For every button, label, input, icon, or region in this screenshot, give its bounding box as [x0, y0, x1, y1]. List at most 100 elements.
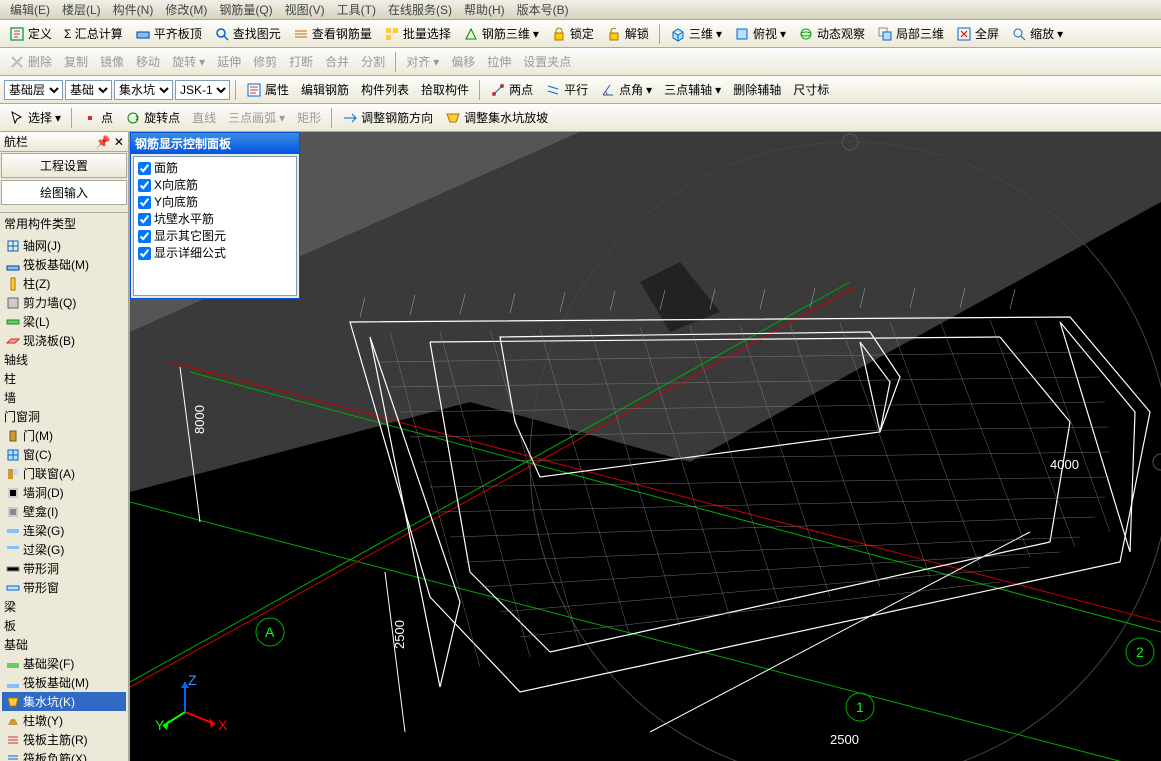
del-aux-button[interactable]: 删除辅轴 [728, 78, 786, 101]
opt-y-bottom[interactable]: Y向底筋 [136, 193, 294, 210]
member-list-button[interactable]: 构件列表 [356, 78, 414, 101]
zoom-button[interactable]: 缩放▾ [1006, 22, 1068, 45]
menu-help[interactable]: 帮助(H) [458, 0, 511, 20]
tree-col-cap[interactable]: 柱墩(Y) [2, 711, 126, 730]
tree-strip-window[interactable]: 带形窗 [2, 578, 126, 597]
tree-raft-found[interactable]: 筏板基础(M) [2, 255, 126, 274]
viewport-3d[interactable]: 钢筋显示控制面板 面筋 X向底筋 Y向底筋 坑壁水平筋 显示其它图元 显示详细公… [130, 132, 1161, 761]
point-button[interactable]: 点 [77, 106, 118, 129]
tree-beam[interactable]: 梁(L) [2, 312, 126, 331]
find-element-button[interactable]: 查找图元 [209, 22, 286, 45]
view-rebar-button[interactable]: 查看钢筋量 [288, 22, 377, 45]
pick-member-button[interactable]: 拾取构件 [416, 78, 474, 101]
trim-button[interactable]: 修剪 [248, 50, 282, 73]
copy-button[interactable]: 复制 [59, 50, 93, 73]
local-3d-button[interactable]: 局部三维 [872, 22, 949, 45]
select-button[interactable]: 选择▾ [4, 106, 66, 129]
rebar-3d-button[interactable]: 钢筋三维▾ [458, 22, 544, 45]
opt-x-bottom[interactable]: X向底筋 [136, 176, 294, 193]
menu-edit[interactable]: 编辑(E) [4, 0, 56, 20]
move-button[interactable]: 移动 [131, 50, 165, 73]
cat-wall[interactable]: 墙 [2, 388, 126, 407]
offset-button[interactable]: 偏移 [446, 50, 480, 73]
merge-button[interactable]: 合并 [320, 50, 354, 73]
tree-window[interactable]: 窗(C) [2, 445, 126, 464]
cat-opening[interactable]: 门窗洞 [2, 407, 126, 426]
tree-axis-grid[interactable]: 轴网(J) [2, 236, 126, 255]
pin-icon[interactable]: 📌 ✕ [96, 135, 124, 149]
menu-member[interactable]: 构件(N) [107, 0, 160, 20]
props-button[interactable]: 属性 [241, 78, 294, 101]
adjust-sump-slope-button[interactable]: 调整集水坑放坡 [440, 106, 553, 129]
fullscreen-button[interactable]: 全屏 [951, 22, 1004, 45]
opt-wall-horiz[interactable]: 坑壁水平筋 [136, 210, 294, 227]
menu-view[interactable]: 视图(V) [279, 0, 331, 20]
tree-strip-opening[interactable]: 带形洞 [2, 559, 126, 578]
tab-draw-input[interactable]: 绘图输入 [1, 180, 127, 205]
type-select[interactable]: 集水坑 [114, 80, 173, 100]
panel-title[interactable]: 钢筋显示控制面板 [131, 133, 299, 154]
3d-button[interactable]: 三维▾ [665, 22, 727, 45]
top-view-button[interactable]: 俯视▾ [729, 22, 791, 45]
component-tree[interactable]: 轴网(J) 筏板基础(M) 柱(Z) 剪力墙(Q) 梁(L) 现浇板(B) 轴线… [0, 234, 128, 761]
opt-show-formula[interactable]: 显示详细公式 [136, 244, 294, 261]
unlock-button[interactable]: 解锁 [601, 22, 654, 45]
edit-rebar-button[interactable]: 编辑钢筋 [296, 78, 354, 101]
tree-lintel[interactable]: 过梁(G) [2, 540, 126, 559]
menu-online[interactable]: 在线服务(S) [382, 0, 458, 20]
tree-niche[interactable]: 壁龛(I) [2, 502, 126, 521]
category-select[interactable]: 基础 [65, 80, 112, 100]
batch-select-button[interactable]: 批量选择 [379, 22, 456, 45]
cat-beam[interactable]: 梁 [2, 597, 126, 616]
flat-top-button[interactable]: 平齐板顶 [130, 22, 207, 45]
opt-show-other[interactable]: 显示其它图元 [136, 227, 294, 244]
tree-door-window[interactable]: 门联窗(A) [2, 464, 126, 483]
menu-version[interactable]: 版本号(B) [511, 0, 575, 20]
split-button[interactable]: 分割 [356, 50, 390, 73]
align-button[interactable]: 对齐▾ [401, 50, 444, 73]
menu-modify[interactable]: 修改(M) [159, 0, 213, 20]
tree-slab[interactable]: 现浇板(B) [2, 331, 126, 350]
tree-sump[interactable]: 集水坑(K) [2, 692, 126, 711]
define-button[interactable]: 定义 [4, 22, 57, 45]
three-arc-button[interactable]: 三点画弧▾ [223, 106, 290, 129]
lock-button[interactable]: 锁定 [546, 22, 599, 45]
set-clamp-button[interactable]: 设置夹点 [518, 50, 576, 73]
menu-floor[interactable]: 楼层(L) [56, 0, 107, 20]
item-select[interactable]: JSK-1 [175, 80, 230, 100]
cat-axis[interactable]: 轴线 [2, 350, 126, 369]
dynamic-view-button[interactable]: 动态观察 [793, 22, 870, 45]
tree-wall-hole[interactable]: 墙洞(D) [2, 483, 126, 502]
two-point-button[interactable]: 两点 [485, 78, 538, 101]
extend-button[interactable]: 延伸 [212, 50, 246, 73]
delete-button[interactable]: 删除 [4, 50, 57, 73]
tree-door[interactable]: 门(M) [2, 426, 126, 445]
break-button[interactable]: 打断 [284, 50, 318, 73]
line-button[interactable]: 直线 [187, 106, 221, 129]
tree-tie-beam[interactable]: 连梁(G) [2, 521, 126, 540]
cat-column[interactable]: 柱 [2, 369, 126, 388]
tree-found-beam[interactable]: 基础梁(F) [2, 654, 126, 673]
rect-button[interactable]: 矩形 [292, 106, 326, 129]
rotate-point-button[interactable]: 旋转点 [120, 106, 185, 129]
menu-tools[interactable]: 工具(T) [331, 0, 382, 20]
opt-top-rebar[interactable]: 面筋 [136, 159, 294, 176]
dim-mark-button[interactable]: 尺寸标 [788, 78, 834, 101]
calc-button[interactable]: Σ 汇总计算 [59, 22, 128, 45]
parallel-button[interactable]: 平行 [540, 78, 593, 101]
tree-column[interactable]: 柱(Z) [2, 274, 126, 293]
tree-raft-main[interactable]: 筏板主筋(R) [2, 730, 126, 749]
tree-shear-wall[interactable]: 剪力墙(Q) [2, 293, 126, 312]
stretch-button[interactable]: 拉伸 [482, 50, 516, 73]
tab-project-settings[interactable]: 工程设置 [1, 153, 127, 178]
cat-foundation[interactable]: 基础 [2, 635, 126, 654]
tree-raft[interactable]: 筏板基础(M) [2, 673, 126, 692]
point-angle-button[interactable]: 点角▾ [595, 78, 657, 101]
layer-select[interactable]: 基础层 [4, 80, 63, 100]
rebar-display-panel[interactable]: 钢筋显示控制面板 面筋 X向底筋 Y向底筋 坑壁水平筋 显示其它图元 显示详细公… [130, 132, 300, 299]
rotate-button[interactable]: 旋转▾ [167, 50, 210, 73]
mirror-button[interactable]: 镜像 [95, 50, 129, 73]
tree-raft-neg[interactable]: 筏板负筋(X) [2, 749, 126, 761]
three-aux-button[interactable]: 三点辅轴▾ [659, 78, 726, 101]
adjust-rebar-dir-button[interactable]: 调整钢筋方向 [337, 106, 438, 129]
